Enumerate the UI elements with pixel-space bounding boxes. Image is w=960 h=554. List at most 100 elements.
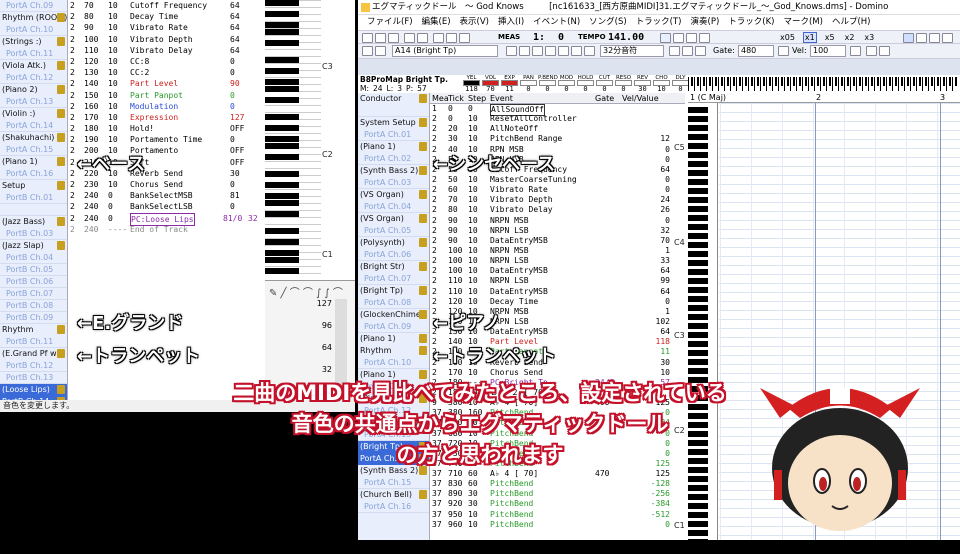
menu-item[interactable]: ソング(S) <box>589 17 627 27</box>
black-key[interactable] <box>688 224 708 230</box>
track-item[interactable]: (Synth Bass 2) <box>358 165 429 177</box>
zoom-button[interactable]: x2 <box>843 32 857 43</box>
speaker-icon[interactable] <box>419 262 427 271</box>
quantize-icon[interactable] <box>584 46 595 56</box>
black-key[interactable] <box>688 287 708 293</box>
black-key[interactable] <box>688 323 708 329</box>
track-item[interactable]: PortB Ch.03 <box>0 228 67 240</box>
menu-item[interactable]: マーク(M) <box>783 17 822 27</box>
event-row[interactable]: 2 90 10 DataEntryMSB 70 <box>430 236 685 246</box>
dotted-icon[interactable] <box>695 46 706 56</box>
black-key[interactable] <box>265 0 299 6</box>
black-key[interactable] <box>265 268 299 274</box>
event-row[interactable]: 2 240 ---- End of Track <box>70 224 260 235</box>
event-row[interactable]: 2 30 10 PitchBend Range 12 <box>430 134 685 144</box>
speaker-icon[interactable] <box>57 133 65 142</box>
black-key[interactable] <box>688 170 708 176</box>
black-key[interactable] <box>265 228 299 234</box>
track-item[interactable]: PortB Ch.09 <box>0 312 67 324</box>
track-item[interactable]: PortA Ch.13 <box>0 96 67 108</box>
track-item[interactable]: PortA Ch.10 <box>358 357 429 369</box>
event-row[interactable]: 2 160 10 Modulation 0 <box>70 101 260 112</box>
track-item[interactable]: (Piano 1) <box>358 333 429 345</box>
speaker-icon[interactable] <box>57 109 65 118</box>
window-icon[interactable] <box>903 33 914 43</box>
track-item[interactable]: (Bright Str) <box>358 261 429 273</box>
black-key[interactable] <box>265 250 299 256</box>
track-item[interactable]: PortA Ch.14 <box>0 120 67 132</box>
track-item[interactable]: (VS Organ) <box>358 213 429 225</box>
track-item[interactable]: PortA Ch.16 <box>358 501 429 513</box>
track-item[interactable]: (E.Grand Pf w) <box>0 348 67 360</box>
new-file-icon[interactable] <box>362 33 373 43</box>
event-row[interactable]: 2 100 10 DataEntryMSB 64 <box>430 266 685 276</box>
event-row[interactable]: 2 180 10 Hold! OFF <box>70 123 260 134</box>
black-key[interactable] <box>688 260 708 266</box>
event-row[interactable]: 2 120 10 CC:8 0 <box>70 56 260 67</box>
speaker-icon[interactable] <box>57 181 65 190</box>
black-key[interactable] <box>688 350 708 356</box>
zoom-button[interactable]: x05 <box>778 32 797 43</box>
track-item[interactable]: PortA Ch.15 <box>0 144 67 156</box>
track-item[interactable]: Rhythm (ROOM) <box>0 12 67 24</box>
track-item[interactable]: (Jazz Slap) <box>0 240 67 252</box>
track-item[interactable]: (Bright Tp) <box>358 285 429 297</box>
track-item[interactable]: PortB Ch.06 <box>0 276 67 288</box>
event-header[interactable]: Step <box>468 93 486 104</box>
event-row[interactable]: 2 0 10 ResetAllController <box>430 114 685 124</box>
event-row[interactable]: 2 90 10 NRPN LSB 32 <box>430 226 685 236</box>
track-item[interactable]: PortB Ch.07 <box>0 288 67 300</box>
event-row[interactable]: 2 110 10 DataEntryMSB 64 <box>430 287 685 297</box>
black-key[interactable] <box>688 107 708 113</box>
event-row[interactable]: 2 190 10 Portamento Time 0 <box>70 134 260 145</box>
event-row[interactable]: 37 830 60 PitchBend -128 <box>430 479 685 489</box>
gate-lock-icon[interactable] <box>778 46 789 56</box>
scroll-tool-icon[interactable] <box>571 46 582 56</box>
redo-icon[interactable] <box>417 33 428 43</box>
event-row[interactable]: 2 130 10 CC:2 0 <box>70 67 260 78</box>
panel-icon[interactable] <box>929 33 940 43</box>
speaker-icon[interactable] <box>57 61 65 70</box>
track-item[interactable]: PortA Ch.11 <box>0 48 67 60</box>
track-item[interactable]: PortA Ch.16 <box>0 168 67 180</box>
vel-input[interactable]: 100 <box>810 45 846 57</box>
track-item[interactable]: PortA Ch.05 <box>358 225 429 237</box>
event-row[interactable]: 2 140 10 Part Level 90 <box>70 78 260 89</box>
event-row[interactable]: 2 70 10 Vibrato Depth 24 <box>430 195 685 205</box>
event-row[interactable]: 37 960 10 PitchBend 0 <box>430 520 685 530</box>
menu-item[interactable]: ヘルプ(H) <box>832 17 871 27</box>
pencil-tool-icon[interactable] <box>519 46 530 56</box>
event-row[interactable]: 2 50 10 MasterCoarseTuning 0 <box>430 175 685 185</box>
event-header[interactable]: Event <box>490 93 513 104</box>
track-item[interactable]: PortA Ch.06 <box>358 249 429 261</box>
save-icon[interactable] <box>388 33 399 43</box>
speaker-icon[interactable] <box>419 238 427 247</box>
track-icon[interactable] <box>362 46 373 56</box>
event-row[interactable]: 2 170 10 Expression 127 <box>70 112 260 123</box>
track-item[interactable]: (Polysynth) <box>358 237 429 249</box>
event-filter-icon[interactable] <box>879 46 890 56</box>
track-item[interactable]: PortB Ch.11 <box>0 336 67 348</box>
black-key[interactable] <box>265 193 299 199</box>
speaker-icon[interactable] <box>419 94 427 103</box>
metronome-icon[interactable] <box>660 33 671 43</box>
track-item[interactable]: (Piano 2) <box>0 84 67 96</box>
zoom-button[interactable]: x1 <box>802 32 817 43</box>
black-key[interactable] <box>688 368 708 374</box>
black-key[interactable] <box>688 134 708 140</box>
black-key[interactable] <box>688 359 708 365</box>
black-key[interactable] <box>265 143 299 149</box>
black-key[interactable] <box>265 257 299 263</box>
select-tool-icon[interactable] <box>545 46 556 56</box>
open-file-icon[interactable] <box>375 33 386 43</box>
black-key[interactable] <box>688 521 708 527</box>
zoom-button[interactable]: x3 <box>862 32 876 43</box>
event-row[interactable]: 2 240 0 BankSelectMSB 81 <box>70 190 260 201</box>
event-row[interactable]: 2 60 10 Vibrato Rate 0 <box>430 185 685 195</box>
black-key[interactable] <box>688 251 708 257</box>
track-item[interactable]: (Jazz Bass) <box>0 216 67 228</box>
black-key[interactable] <box>265 29 299 35</box>
track-item[interactable]: Setup <box>0 180 67 192</box>
black-key[interactable] <box>265 40 299 46</box>
event-header[interactable]: Tick <box>448 93 464 104</box>
